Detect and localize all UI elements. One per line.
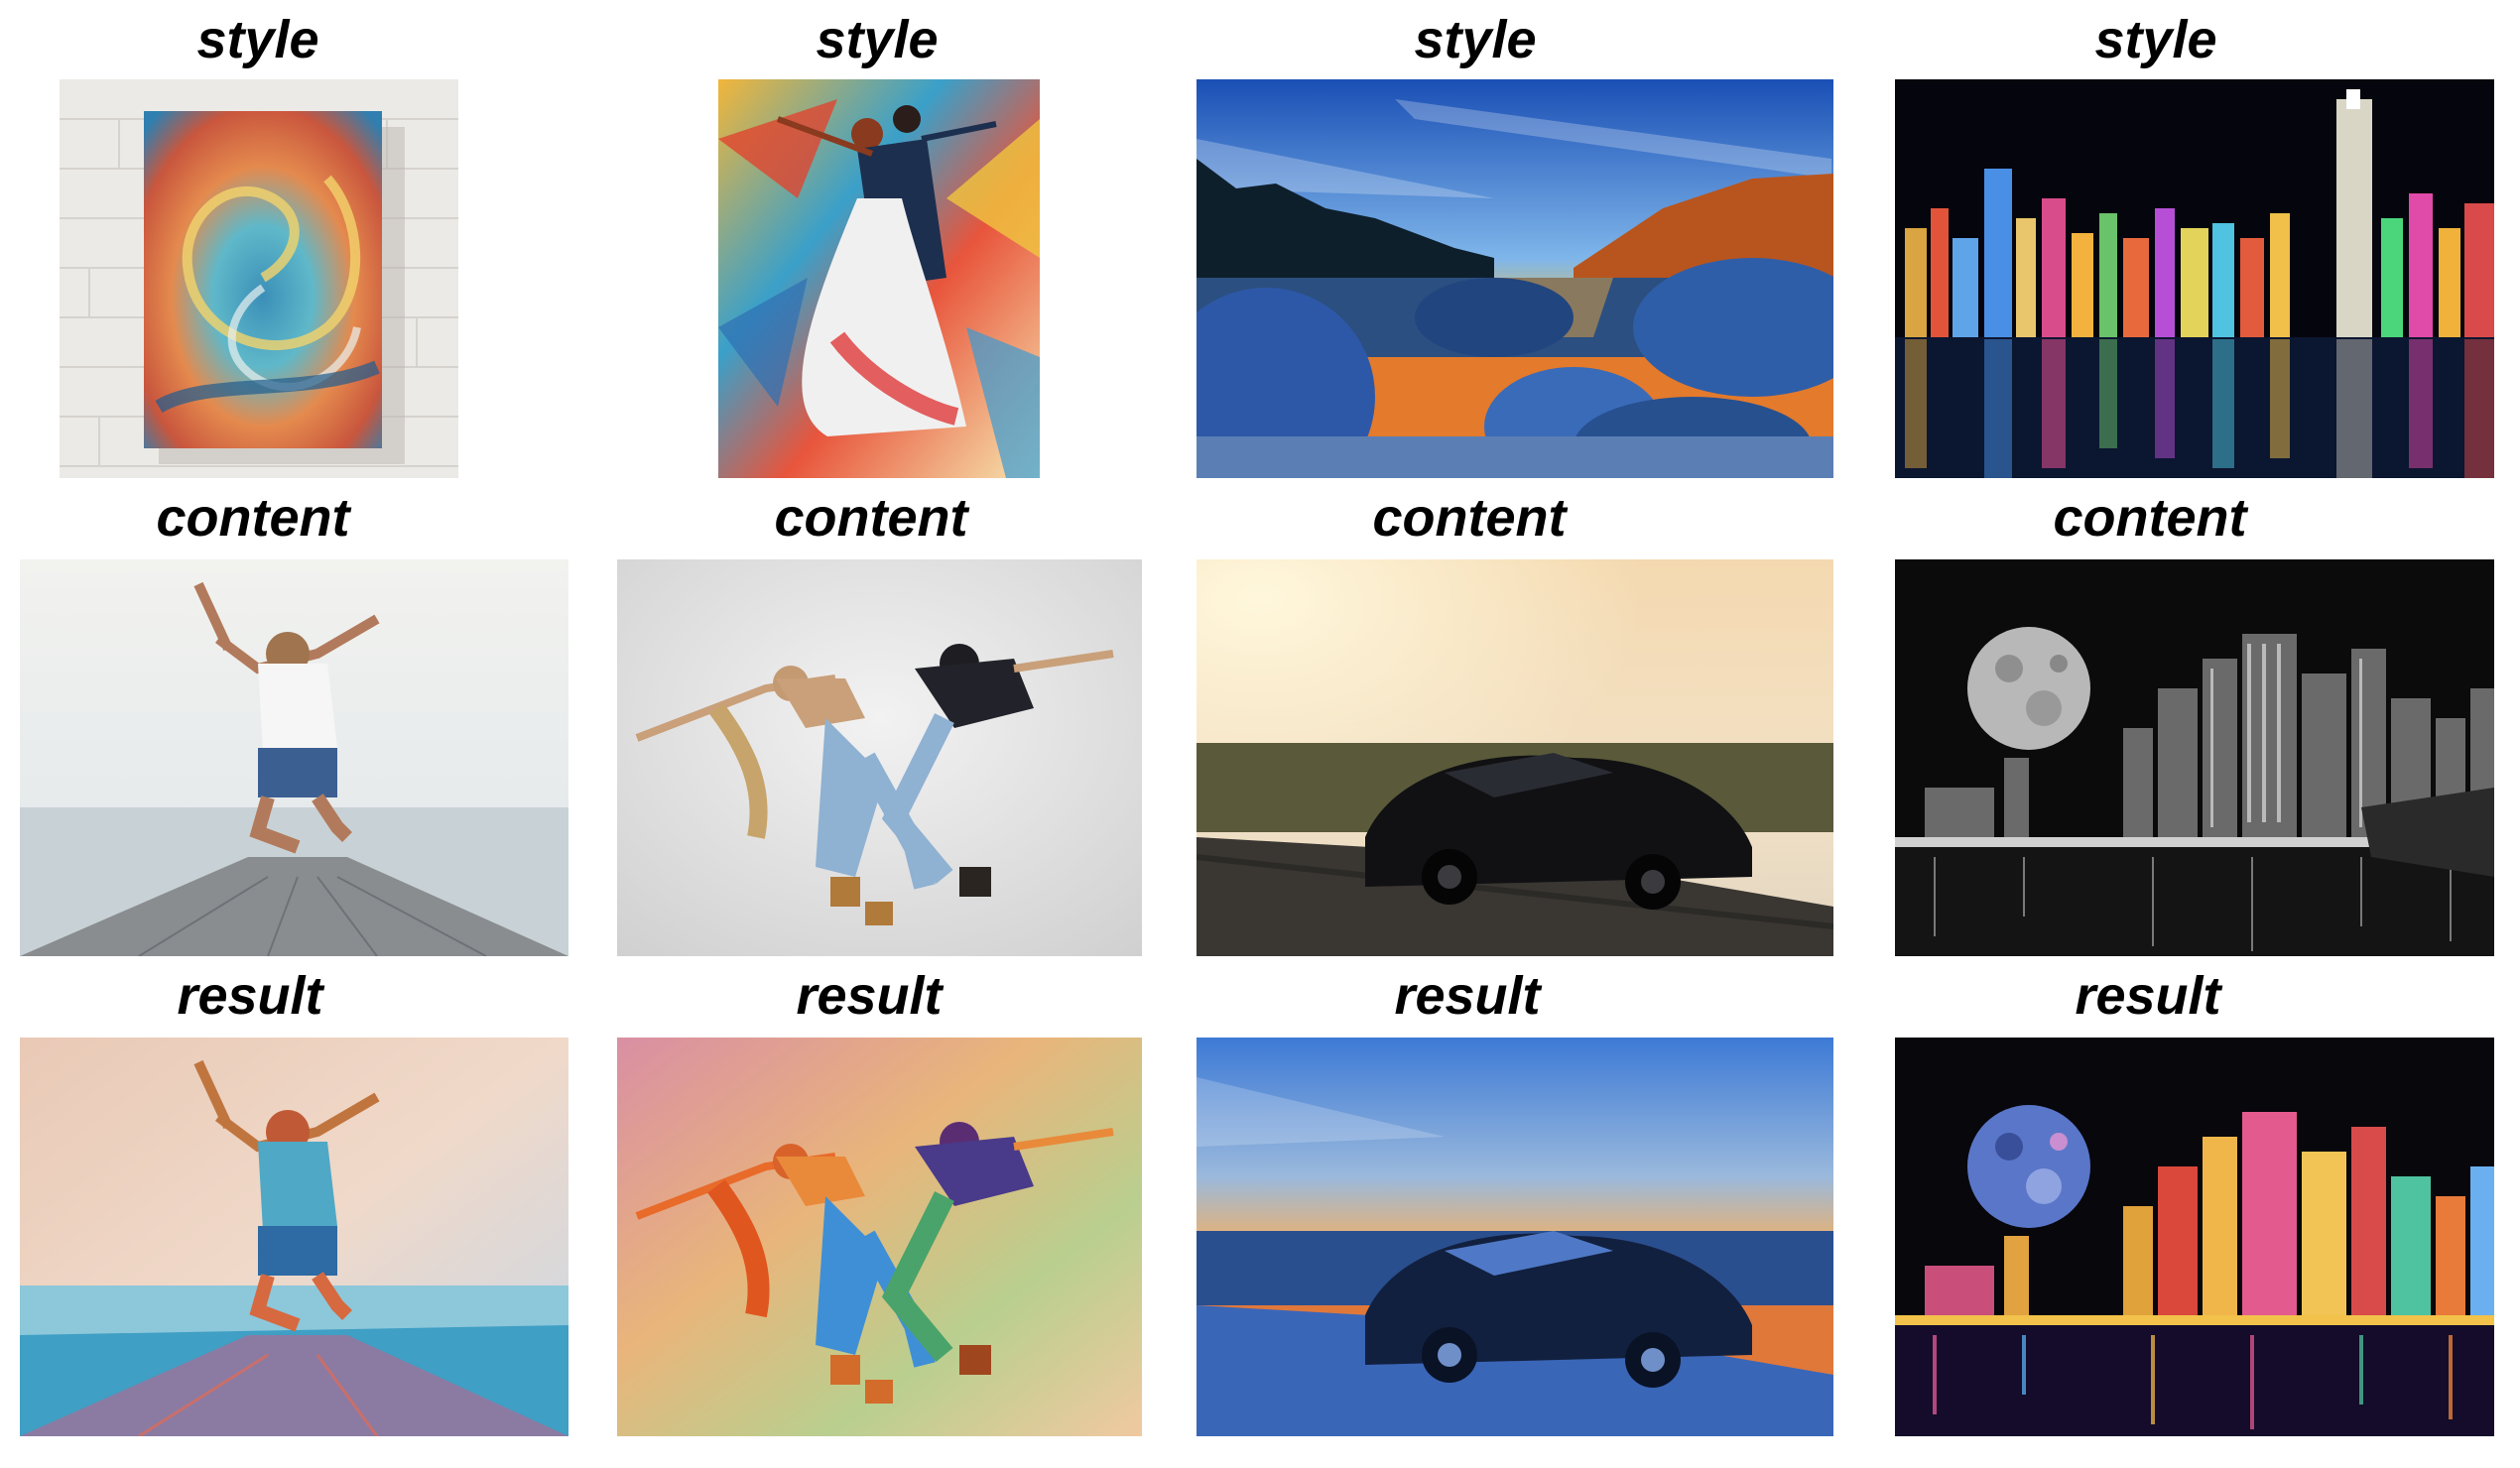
result-image-dancers [617,1038,1142,1436]
style-label-4: style [2094,10,2217,69]
style-image-swirl-painting [60,79,458,478]
result-image-jumping-woman [20,1038,568,1436]
content-image-dancers [617,559,1142,956]
content-image-bw-city-moon [1895,559,2494,956]
result-label-3: result [1394,966,1541,1026]
content-label-3: content [1372,488,1567,548]
content-image-jumping-woman [20,559,568,956]
result-label-4: result [2075,966,2221,1026]
result-image-neon-city-moon [1895,1038,2494,1436]
style-label-1: style [196,10,319,69]
content-label-4: content [2053,488,2247,548]
style-image-lake-landscape [1197,79,1833,478]
result-label-1: result [177,966,323,1026]
content-label-2: content [774,488,968,548]
style-image-dancers-painting [718,79,1040,478]
content-image-sports-car [1197,559,1833,956]
style-image-neon-city [1895,79,2494,478]
result-image-sports-car [1197,1038,1833,1436]
style-label-3: style [1414,10,1537,69]
content-label-1: content [156,488,350,548]
style-label-2: style [816,10,939,69]
result-label-2: result [796,966,943,1026]
